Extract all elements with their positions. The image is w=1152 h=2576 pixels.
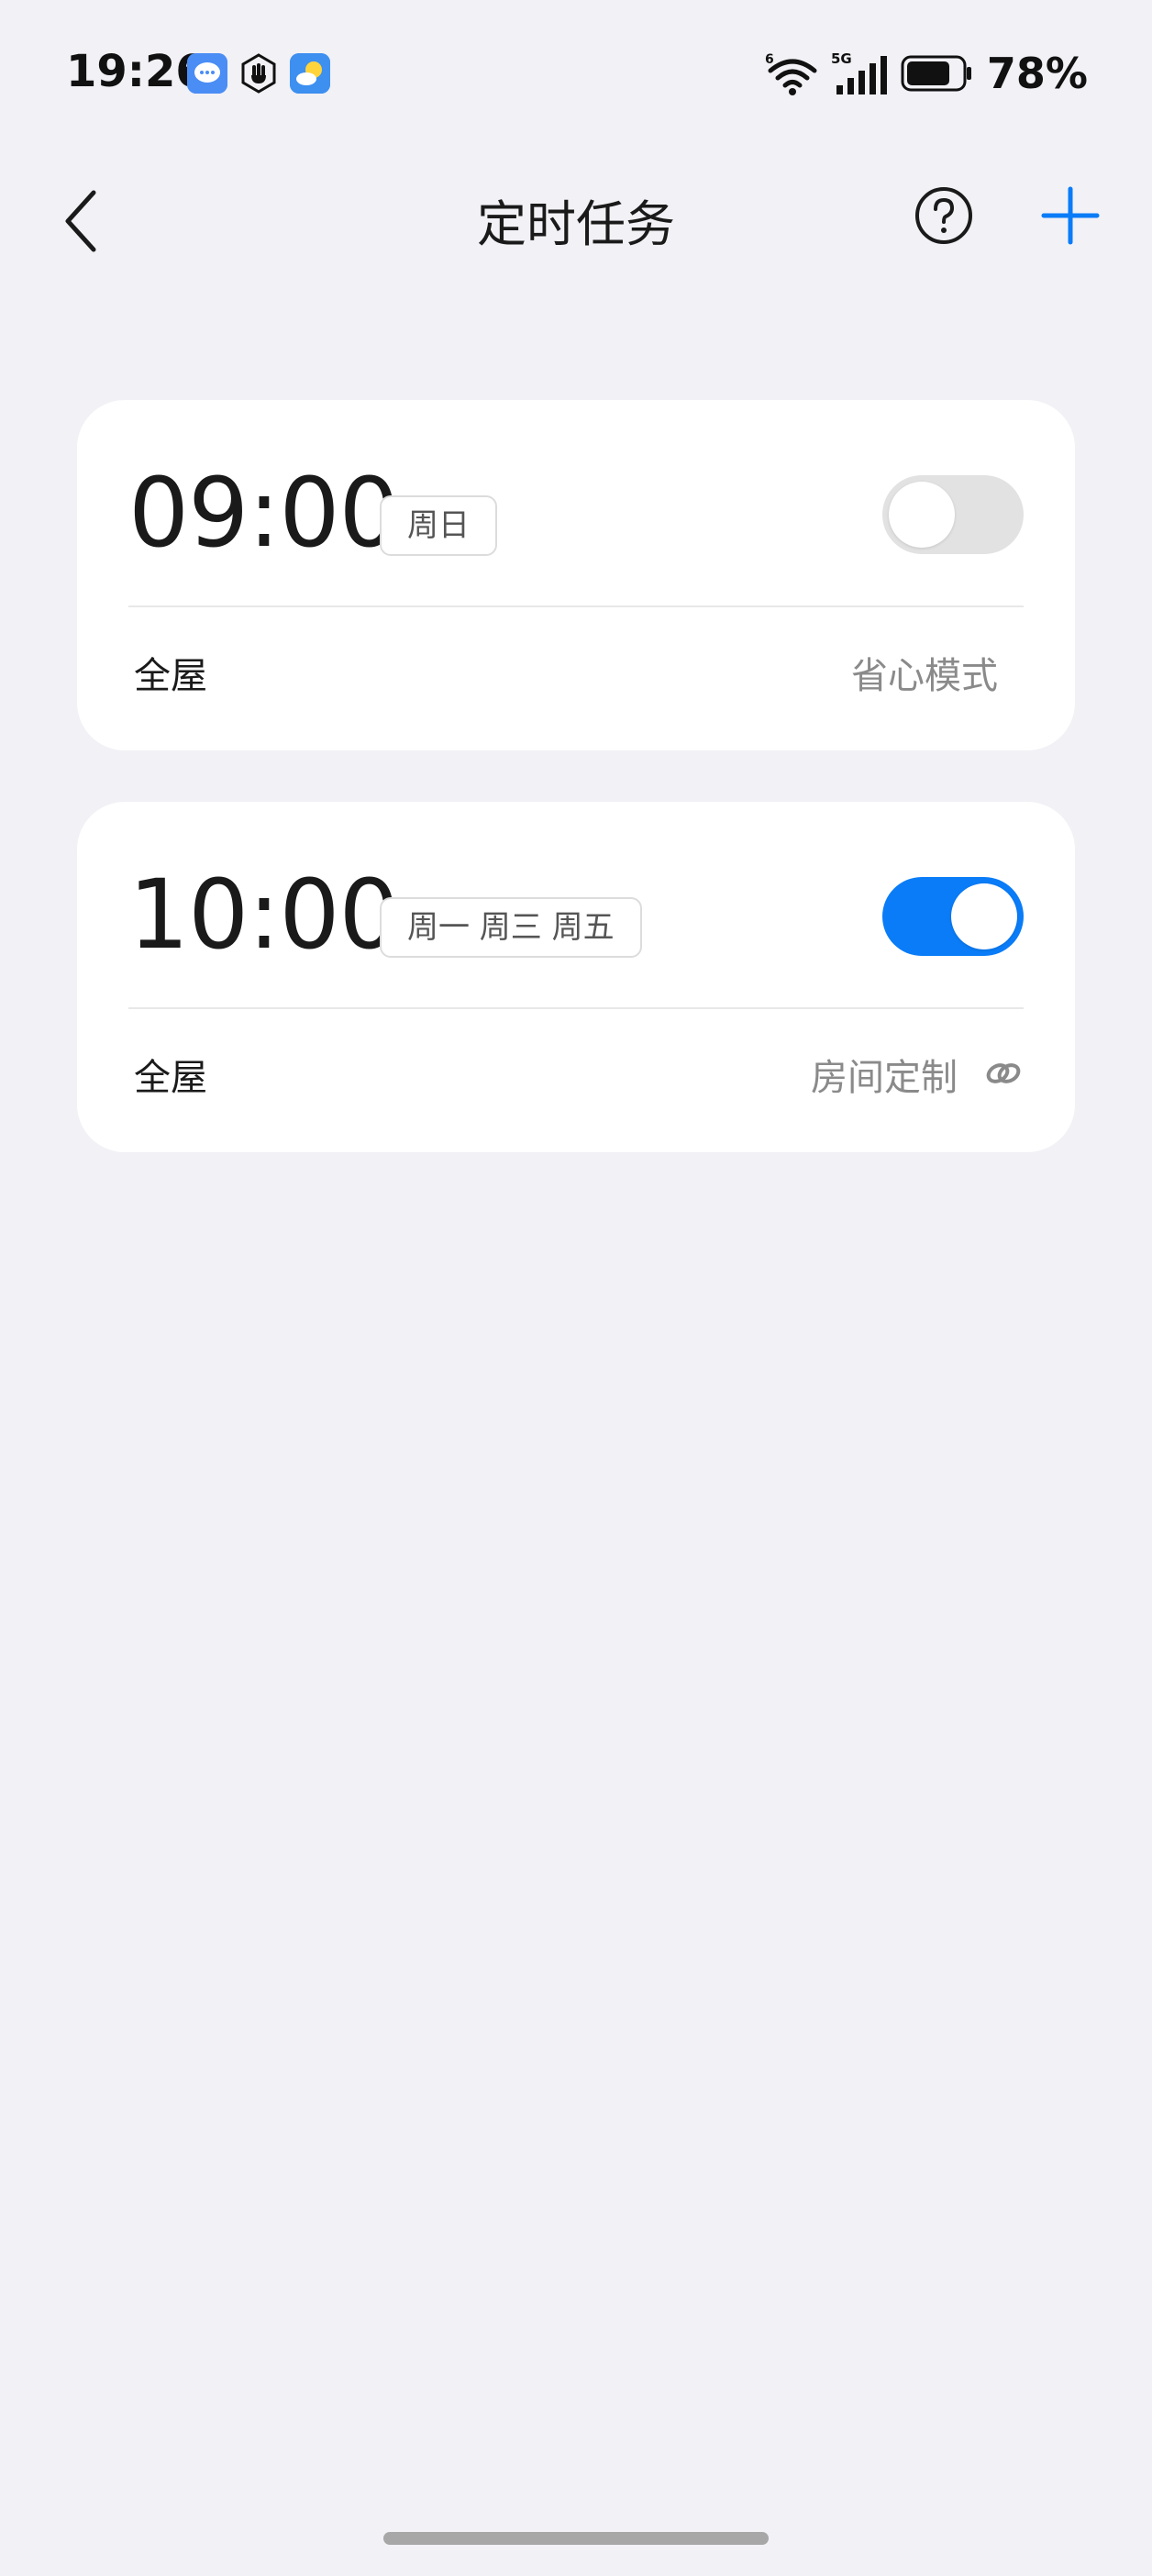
divider	[128, 605, 1024, 607]
weather-icon	[290, 53, 330, 94]
battery-percentage: 78%	[986, 49, 1088, 98]
task-card[interactable]: 09:00 周日 全屋 省心模式	[77, 400, 1075, 750]
cellular-signal-icon: 5G	[831, 50, 887, 94]
status-bar: 19:26 6 5G 78%	[0, 0, 1152, 147]
repeat-days-badge: 周日	[380, 495, 497, 556]
status-right: 6 5G 78%	[765, 46, 1088, 101]
help-button[interactable]	[914, 185, 974, 246]
question-circle-icon	[915, 187, 972, 244]
task-scope: 全屋	[134, 1057, 207, 1099]
message-app-icon	[187, 53, 227, 94]
task-enable-toggle[interactable]	[882, 475, 1024, 554]
task-time: 10:00	[128, 859, 400, 971]
task-enable-toggle[interactable]	[882, 877, 1024, 956]
task-mode: 省心模式	[851, 655, 998, 697]
svg-text:6: 6	[765, 52, 774, 67]
svg-text:5G: 5G	[831, 50, 852, 67]
toggle-knob	[889, 482, 955, 548]
wifi-icon: 6	[765, 52, 817, 95]
plus-icon	[1041, 186, 1100, 245]
task-card[interactable]: 10:00 周一 周三 周五 全屋 房间定制	[77, 802, 1075, 1152]
page-title: 定时任务	[477, 195, 675, 253]
divider	[128, 1007, 1024, 1009]
status-time: 19:26	[66, 46, 206, 97]
task-time: 09:00	[128, 457, 400, 569]
task-mode: 房间定制	[811, 1057, 958, 1099]
repeat-days-badge: 周一 周三 周五	[380, 897, 642, 958]
task-scope: 全屋	[134, 655, 207, 697]
home-indicator[interactable]	[383, 2532, 769, 2545]
battery-icon	[901, 55, 971, 92]
hand-stop-icon	[238, 53, 279, 94]
toggle-knob	[951, 883, 1017, 949]
link-icon	[986, 1063, 1021, 1083]
nav-bar: 定时任务	[0, 147, 1152, 284]
add-task-button[interactable]	[1040, 185, 1101, 246]
